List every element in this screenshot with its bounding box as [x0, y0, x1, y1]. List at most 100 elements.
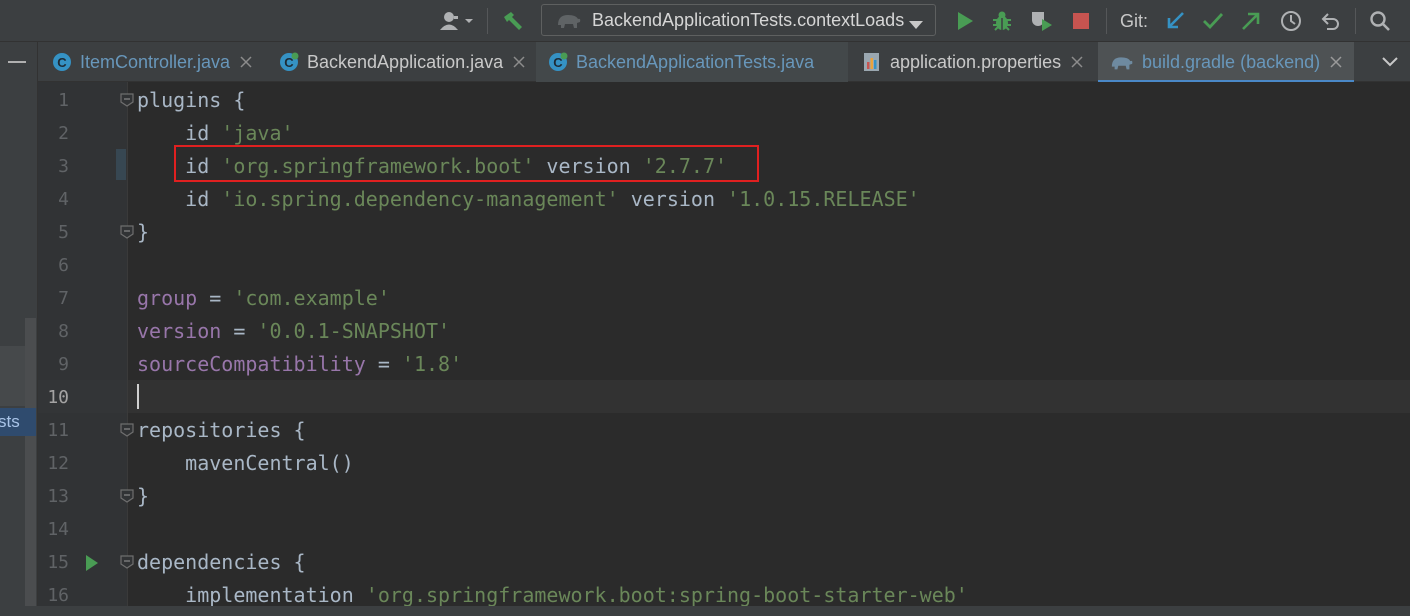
line-number[interactable]: 4 — [38, 183, 69, 216]
line-number[interactable]: 13 — [38, 480, 69, 513]
fold-marker-icon[interactable] — [120, 489, 134, 508]
line-number[interactable]: 9 — [38, 348, 69, 381]
line-number[interactable]: 6 — [38, 249, 69, 282]
stop-icon[interactable] — [1068, 0, 1094, 42]
line-number[interactable]: 14 — [38, 513, 69, 546]
chevron-down-icon — [909, 15, 923, 36]
coverage-icon[interactable] — [1027, 0, 1055, 42]
line-number[interactable]: 8 — [38, 315, 69, 348]
code-text: mavenCentral() — [137, 447, 354, 480]
line-number[interactable]: 12 — [38, 447, 69, 480]
project-tree-selection — [0, 346, 25, 406]
gradle-elephant-icon — [1110, 53, 1134, 71]
run-configuration-label: BackendApplicationTests.contextLoads — [592, 9, 905, 30]
line-number[interactable]: 1 — [38, 84, 69, 117]
java-class-icon: C — [52, 52, 72, 72]
string-literal: 'java' — [221, 121, 294, 145]
code-line[interactable]: 12 mavenCentral() — [38, 447, 1410, 480]
tab-application-properties[interactable]: application.properties — [862, 42, 1083, 82]
code-line[interactable]: 9 sourceCompatibility = '1.8' — [38, 348, 1410, 381]
line-number[interactable]: 3 — [38, 150, 69, 183]
line-number[interactable]: 11 — [38, 414, 69, 447]
code-editor[interactable]: 1 plugins {2 id 'java' 3 id 'org.springfra… — [38, 82, 1410, 616]
svg-text:C: C — [57, 55, 67, 70]
code-token: implementation — [137, 583, 366, 607]
property-name: version — [137, 319, 222, 343]
fold-marker-icon[interactable] — [120, 423, 134, 442]
line-number[interactable]: 7 — [38, 282, 69, 315]
git-label: Git: — [1120, 11, 1149, 31]
code-token: repositories { — [137, 418, 306, 442]
code-text: group = 'com.example' — [137, 282, 390, 315]
code-line[interactable]: 13} — [38, 480, 1410, 513]
line-number[interactable]: 15 — [38, 546, 69, 579]
code-line[interactable]: 11 repositories { — [38, 414, 1410, 447]
tabs-chevron-down-icon[interactable] — [1382, 42, 1398, 82]
user-icon[interactable] — [436, 0, 476, 42]
code-line[interactable]: 10 — [38, 381, 1410, 414]
string-literal: 'io.spring.dependency-management' — [221, 187, 619, 211]
tab-item-controller[interactable]: C ItemController.java — [52, 42, 252, 82]
close-icon[interactable] — [1330, 56, 1342, 68]
spring-boot-class-icon: C — [279, 52, 299, 72]
fold-marker-icon[interactable] — [120, 225, 134, 244]
build-hammer-icon[interactable] — [498, 0, 528, 42]
fold-marker-icon[interactable] — [120, 555, 134, 574]
properties-icon — [862, 52, 882, 72]
git-update-icon[interactable] — [1161, 0, 1189, 42]
code-line[interactable]: 5} — [38, 216, 1410, 249]
code-text: plugins { — [137, 84, 245, 117]
git-rollback-icon[interactable] — [1316, 0, 1344, 42]
project-tree-item-label[interactable]: sts — [0, 408, 36, 436]
tab-backend-application-tests[interactable]: C BackendApplicationTests.java — [536, 42, 848, 82]
git-push-icon[interactable] — [1237, 0, 1265, 42]
code-line[interactable]: 1 plugins { — [38, 84, 1410, 117]
minimize-icon[interactable] — [8, 61, 26, 63]
code-line[interactable]: 14 — [38, 513, 1410, 546]
tab-label: build.gradle (backend) — [1142, 51, 1321, 72]
toolbar-separator — [1106, 8, 1107, 34]
code-text: dependencies { — [137, 546, 306, 579]
line-number[interactable]: 5 — [38, 216, 69, 249]
close-icon[interactable] — [1071, 56, 1083, 68]
code-token: = — [197, 286, 234, 310]
toolbar-separator — [487, 8, 488, 34]
code-text: sourceCompatibility = '1.8' — [137, 348, 462, 381]
debug-icon[interactable] — [988, 0, 1016, 42]
run-icon[interactable] — [952, 0, 978, 42]
horizontal-scrollbar[interactable] — [0, 606, 1410, 616]
run-gutter-icon[interactable] — [85, 554, 99, 577]
run-configuration-selector[interactable]: BackendApplicationTests.contextLoads — [541, 4, 936, 36]
string-literal: '1.0.15.RELEASE' — [727, 187, 920, 211]
code-token: id — [137, 121, 222, 145]
code-line[interactable]: 4 id 'io.spring.dependency-management' v… — [38, 183, 1410, 216]
tab-label: BackendApplicationTests.java — [576, 51, 815, 72]
spring-test-class-icon: C — [548, 52, 568, 72]
code-token: id — [137, 187, 222, 211]
code-line[interactable]: 8 version = '0.0.1-SNAPSHOT' — [38, 315, 1410, 348]
git-history-icon[interactable] — [1277, 0, 1305, 42]
close-icon[interactable] — [240, 56, 252, 68]
fold-marker-icon[interactable] — [120, 93, 134, 112]
line-number[interactable]: 2 — [38, 117, 69, 150]
tab-label: application.properties — [890, 51, 1062, 72]
line-number[interactable]: 10 — [38, 381, 69, 414]
property-name: group — [137, 286, 198, 310]
code-token: dependencies { — [137, 550, 306, 574]
search-icon[interactable] — [1366, 0, 1394, 42]
code-line[interactable]: 15 dependencies { — [38, 546, 1410, 579]
project-panel-scrollbar[interactable] — [25, 318, 36, 616]
git-commit-icon[interactable] — [1199, 0, 1227, 42]
tab-build-gradle[interactable]: build.gradle (backend) — [1098, 42, 1354, 83]
code-token: = — [365, 352, 402, 376]
tab-backend-application[interactable]: C BackendApplication.java — [279, 42, 525, 82]
toolbar-separator — [1355, 8, 1356, 34]
property-name: sourceCompatibility — [137, 352, 366, 376]
string-literal: '0.0.1-SNAPSHOT' — [257, 319, 451, 343]
close-icon[interactable] — [513, 56, 525, 68]
tab-label: BackendApplication.java — [307, 51, 504, 72]
code-line[interactable]: 7 group = 'com.example' — [38, 282, 1410, 315]
code-text: version = '0.0.1-SNAPSHOT' — [137, 315, 450, 348]
code-text: repositories { — [137, 414, 306, 447]
code-line[interactable]: 6 — [38, 249, 1410, 282]
